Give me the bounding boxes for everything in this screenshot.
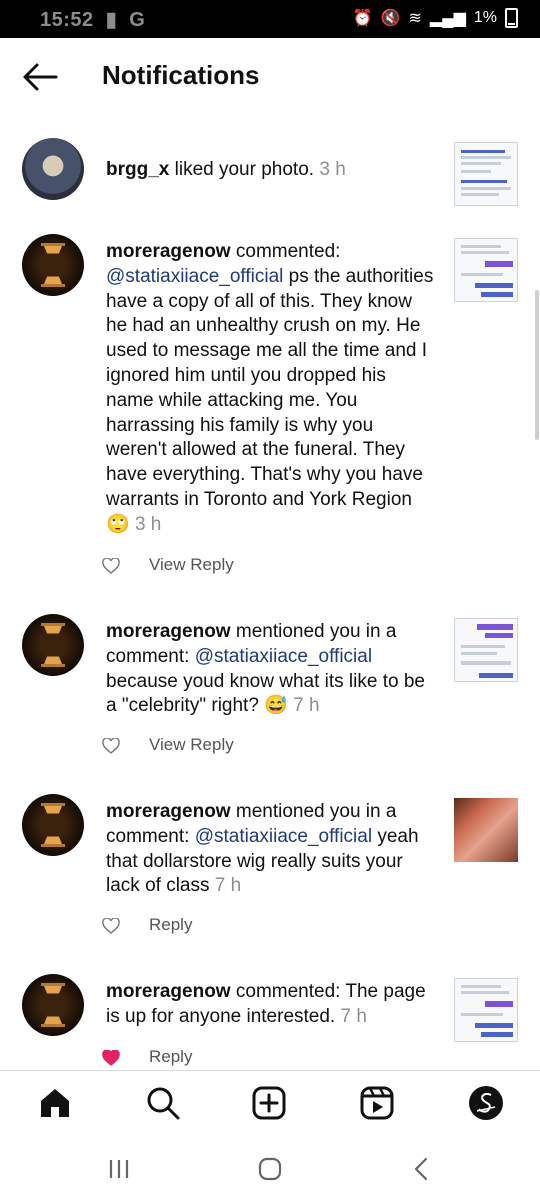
notification-text: brgg_x liked your photo. 3 h xyxy=(106,159,346,180)
mention-link[interactable]: @statiaxiiace_official xyxy=(195,826,372,847)
scrollbar[interactable] xyxy=(535,290,539,440)
battery-icon xyxy=(505,8,518,28)
username[interactable]: brgg_x xyxy=(106,159,169,180)
avatar[interactable] xyxy=(22,614,84,676)
reels-icon[interactable] xyxy=(359,1085,395,1121)
app-badge: G xyxy=(129,9,146,31)
notification-text: moreragenow commented: The page is up fo… xyxy=(106,981,426,1027)
timestamp: 7 h xyxy=(340,1005,367,1027)
username[interactable]: moreragenow xyxy=(106,621,231,642)
timestamp: 7 h xyxy=(293,695,320,717)
notification-text: moreragenow mentioned you in a comment: … xyxy=(106,621,425,717)
emoji: 🙄 xyxy=(106,513,130,535)
notification-text: moreragenow commented: @statiaxiiace_off… xyxy=(106,241,434,535)
home-icon[interactable] xyxy=(37,1085,73,1121)
create-icon[interactable] xyxy=(251,1085,287,1121)
username[interactable]: moreragenow xyxy=(106,241,231,262)
avatar[interactable] xyxy=(22,974,84,1036)
timestamp: 3 h xyxy=(319,159,346,180)
post-thumbnail[interactable] xyxy=(454,618,518,682)
back-arrow-icon[interactable] xyxy=(20,60,60,94)
profile-icon[interactable] xyxy=(468,1085,504,1121)
search-icon[interactable] xyxy=(145,1085,181,1121)
status-time: 15:52 xyxy=(40,9,94,31)
view-reply-button[interactable]: View Reply xyxy=(149,555,234,575)
post-thumbnail[interactable] xyxy=(454,798,518,862)
sim-icon: ▮ xyxy=(105,9,118,31)
signal-icon: ▂▄▆ xyxy=(429,10,466,27)
home-button-icon[interactable] xyxy=(255,1154,285,1184)
like-heart-icon[interactable] xyxy=(102,558,120,574)
username[interactable]: moreragenow xyxy=(106,981,231,1002)
mention-link[interactable]: @statiaxiiace_official xyxy=(106,266,283,287)
system-nav-bar xyxy=(0,1136,540,1200)
status-bar: 15:52 ▮ G ⏰ 🔇 ≋ ▂▄▆ 1% xyxy=(0,0,540,38)
username[interactable]: moreragenow xyxy=(106,801,231,822)
wifi-icon: ≋ xyxy=(408,10,422,27)
reply-button[interactable]: Reply xyxy=(149,1047,192,1067)
like-heart-icon[interactable] xyxy=(102,918,120,934)
emoji: 😅 xyxy=(264,695,288,717)
mute-icon: 🔇 xyxy=(380,10,401,27)
like-heart-icon[interactable] xyxy=(102,738,120,754)
back-nav-icon[interactable] xyxy=(406,1154,436,1184)
alarm-icon: ⏰ xyxy=(352,10,373,27)
mention-link[interactable]: @statiaxiiace_official xyxy=(195,646,372,667)
page-title: Notifications xyxy=(102,60,260,90)
view-reply-button[interactable]: View Reply xyxy=(149,735,234,755)
avatar[interactable] xyxy=(22,794,84,856)
notification-text: moreragenow mentioned you in a comment: … xyxy=(106,801,419,897)
avatar[interactable] xyxy=(22,138,84,200)
post-thumbnail[interactable] xyxy=(454,978,518,1042)
bottom-nav xyxy=(0,1070,540,1137)
post-thumbnail[interactable] xyxy=(454,142,518,206)
recent-apps-icon[interactable] xyxy=(104,1154,134,1184)
timestamp: 3 h xyxy=(134,513,162,535)
post-thumbnail[interactable] xyxy=(454,238,518,302)
liked-heart-icon[interactable] xyxy=(102,1050,120,1066)
reply-button[interactable]: Reply xyxy=(149,915,192,935)
battery-percent: 1% xyxy=(473,9,497,26)
header: Notifications xyxy=(0,38,540,114)
timestamp: 7 h xyxy=(214,875,242,897)
avatar[interactable] xyxy=(22,234,84,296)
